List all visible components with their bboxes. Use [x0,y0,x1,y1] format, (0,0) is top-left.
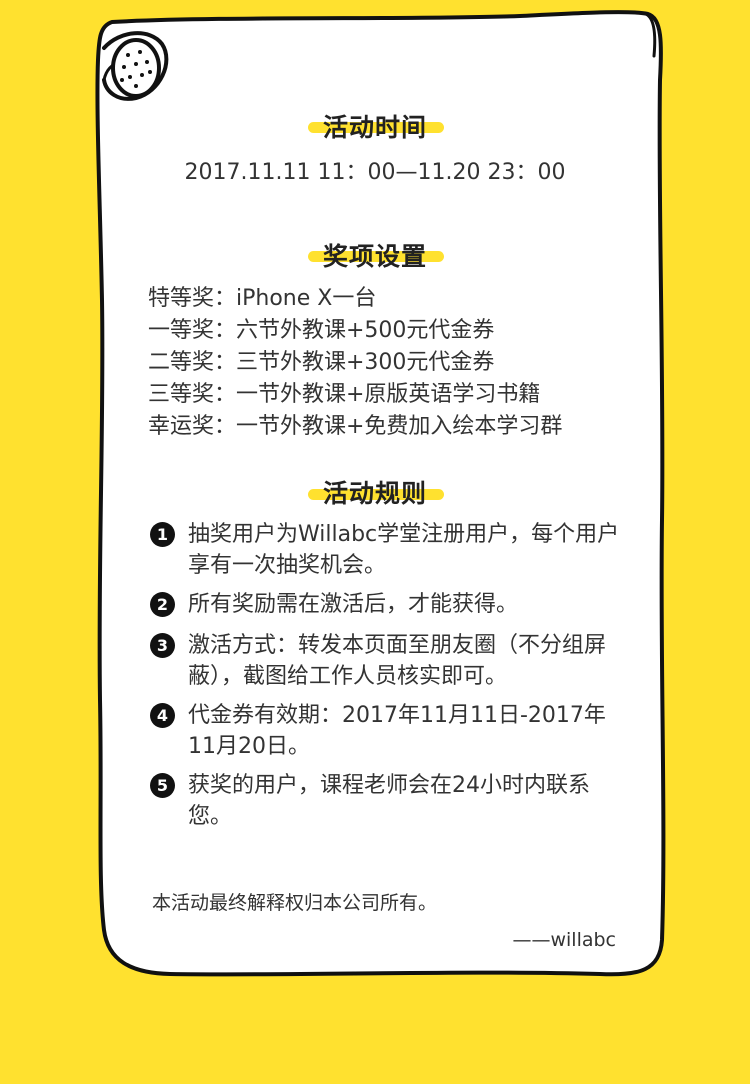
number-1-icon: 1 [150,522,175,547]
number-2-icon: 2 [150,592,175,617]
section-title-rules: 活动规则 [322,479,427,508]
disclaimer-text: 本活动最终解释权归本公司所有。 [152,892,438,914]
prize-item: 二等奖：三节外教课+300元代金券 [148,350,495,375]
prize-item: 特等奖：iPhone X一台 [148,286,377,311]
section-title-prizes: 奖项设置 [322,242,427,271]
activity-time: 2017.11.11 11：00—11.20 23：00 [184,160,566,185]
rule-text: 获奖的用户，课程老师会在24小时内联系您。 [188,773,590,829]
rule-text: 所有奖励需在激活后，才能获得。 [188,592,519,617]
prize-list: 特等奖：iPhone X一台 一等奖：六节外教课+500元代金券 二等奖：三节外… [148,283,562,443]
number-4-icon: 4 [150,703,175,728]
number-5-icon: 5 [150,773,175,798]
number-3-icon: 3 [150,633,175,658]
section-title-time: 活动时间 [322,113,427,142]
prize-item: 一等奖：六节外教课+500元代金券 [148,318,495,343]
rule-item: 5 获奖的用户，课程老师会在24小时内联系您。 [150,770,620,832]
rule-item: 3 激活方式：转发本页面至朋友圈（不分组屏蔽），截图给工作人员核实即可。 [150,630,620,692]
rule-text: 抽奖用户为Willabc学堂注册用户，每个用户享有一次抽奖机会。 [188,522,620,578]
rule-item: 1 抽奖用户为Willabc学堂注册用户，每个用户享有一次抽奖机会。 [150,519,620,581]
prize-item: 幸运奖：一节外教课+免费加入绘本学习群 [148,414,563,439]
rule-text: 代金券有效期：2017年11月11日-2017年11月20日。 [188,703,606,759]
rule-item: 4 代金券有效期：2017年11月11日-2017年11月20日。 [150,700,620,762]
prize-item: 三等奖：一节外教课+原版英语学习书籍 [148,382,541,407]
signature-text: ——willabc [512,929,616,951]
rule-item: 2 所有奖励需在激活后，才能获得。 [150,589,620,620]
rule-text: 激活方式：转发本页面至朋友圈（不分组屏蔽），截图给工作人员核实即可。 [188,633,607,689]
rules-list: 1 抽奖用户为Willabc学堂注册用户，每个用户享有一次抽奖机会。 2 所有奖… [150,519,620,832]
